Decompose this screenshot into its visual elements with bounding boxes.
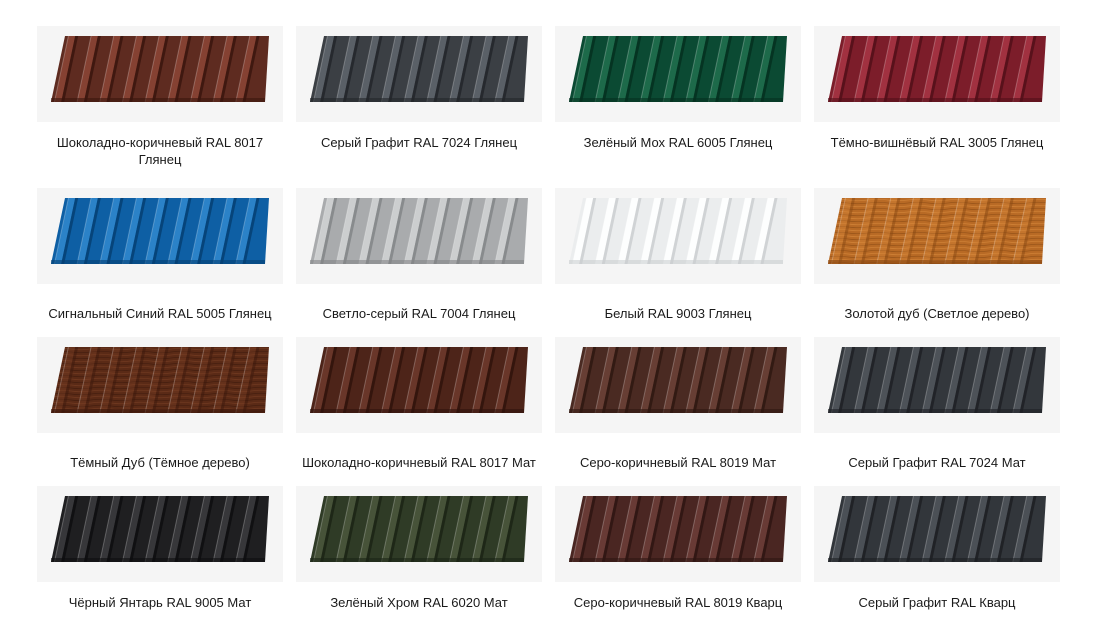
profile-sheet-image bbox=[37, 188, 283, 284]
profile-sheet-image bbox=[37, 486, 283, 582]
color-swatch-label: Тёмно-вишнёвый RAL 3005 Глянец bbox=[830, 135, 1044, 150]
profile-sheet-image bbox=[814, 26, 1060, 122]
color-swatch-label: Сигнальный Синий RAL 5005 Глянец bbox=[48, 306, 272, 321]
profile-sheet-image bbox=[296, 188, 542, 284]
profile-sheet-illustration bbox=[828, 495, 1046, 563]
color-swatch-label: Тёмный Дуб (Тёмное дерево) bbox=[70, 455, 250, 470]
profile-sheet-illustration bbox=[310, 346, 528, 414]
profile-sheet-illustration bbox=[310, 495, 528, 563]
profile-sheet-illustration bbox=[310, 197, 528, 265]
profile-sheet-image bbox=[296, 26, 542, 122]
color-swatch-label: Серый Графит RAL 7024 Глянец bbox=[320, 135, 518, 150]
profile-sheet-illustration bbox=[569, 346, 787, 414]
color-swatch-label: Серый Графит RAL Кварц bbox=[858, 595, 1016, 610]
profile-sheet-image bbox=[814, 486, 1060, 582]
profile-sheet-illustration bbox=[828, 346, 1046, 414]
profile-sheet-image bbox=[555, 188, 801, 284]
color-swatch-label: Белый RAL 9003 Глянец bbox=[604, 306, 752, 321]
profile-sheet-illustration bbox=[569, 495, 787, 563]
profile-sheet-image bbox=[37, 337, 283, 433]
color-swatch-label: Светло-серый RAL 7004 Глянец bbox=[322, 306, 516, 321]
color-swatch-label: Зелёный Мох RAL 6005 Глянец bbox=[583, 135, 773, 150]
profile-sheet-illustration bbox=[310, 35, 528, 103]
profile-sheet-illustration bbox=[51, 197, 269, 265]
profile-sheet-illustration bbox=[828, 197, 1046, 265]
profile-sheet-image bbox=[555, 486, 801, 582]
color-swatch-label: Серый Графит RAL 7024 Мат bbox=[848, 455, 1026, 470]
profile-sheet-image bbox=[296, 486, 542, 582]
profile-sheet-image bbox=[555, 26, 801, 122]
profile-sheet-illustration bbox=[51, 346, 269, 414]
color-swatch-label: Чёрный Янтарь RAL 9005 Мат bbox=[68, 595, 252, 610]
profile-sheet-image bbox=[814, 337, 1060, 433]
profile-sheet-illustration bbox=[569, 35, 787, 103]
profile-sheet-image bbox=[555, 337, 801, 433]
color-swatch-label: Шоколадно-коричневый RAL 8017 Мат bbox=[302, 455, 536, 470]
color-swatch-label: Серо-коричневый RAL 8019 Мат bbox=[579, 455, 777, 470]
color-swatch-grid: Шоколадно-коричневый RAL 8017 Глянец Серы… bbox=[0, 0, 1096, 625]
color-swatch-label: Зелёный Хром RAL 6020 Мат bbox=[330, 595, 508, 610]
profile-sheet-illustration bbox=[51, 495, 269, 563]
color-swatch-label: Серо-коричневый RAL 8019 Кварц bbox=[573, 595, 783, 610]
profile-sheet-illustration bbox=[51, 35, 269, 103]
color-swatch-label: Шоколадно-коричневый RAL 8017 Глянец bbox=[56, 135, 264, 167]
profile-sheet-illustration bbox=[569, 197, 787, 265]
profile-sheet-image bbox=[37, 26, 283, 122]
profile-sheet-image bbox=[814, 188, 1060, 284]
color-swatch-label: Золотой дуб (Светлое дерево) bbox=[844, 306, 1030, 321]
profile-sheet-image bbox=[296, 337, 542, 433]
profile-sheet-illustration bbox=[828, 35, 1046, 103]
